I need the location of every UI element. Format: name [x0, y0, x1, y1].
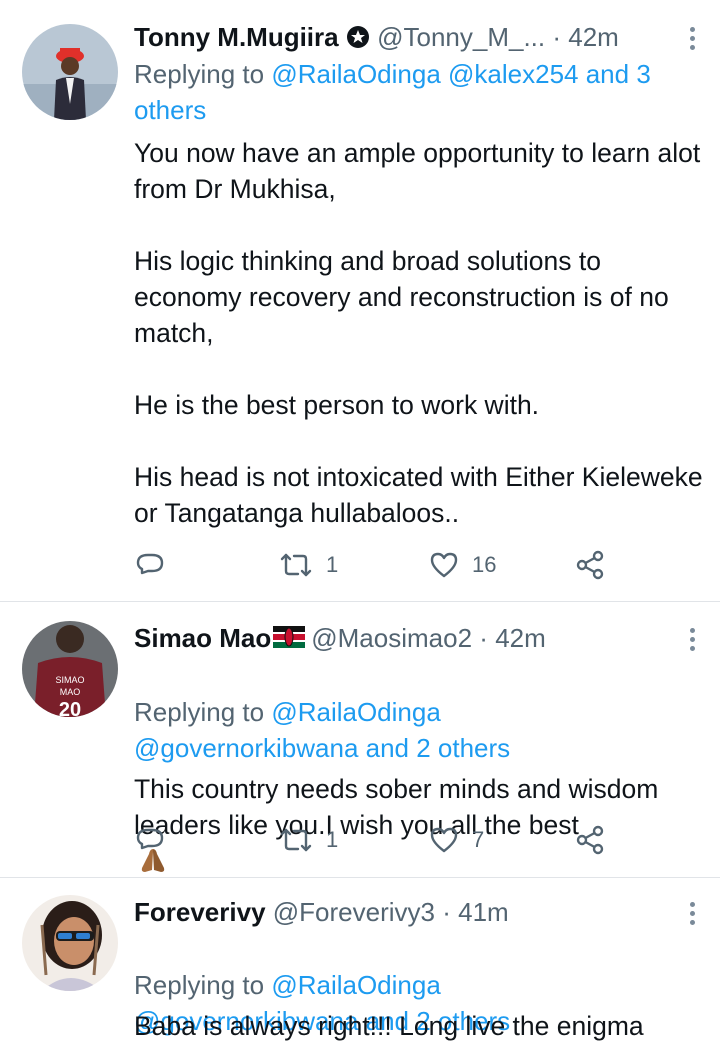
retweet-count: 1 [326, 827, 339, 852]
like-button[interactable]: 7 [428, 822, 484, 858]
tweet-simao[interactable]: SIMAO MAO 20 Simao Mao @Maosimao2 · 42m R… [0, 603, 720, 878]
tweet-header: Tonny M.Mugiira @Tonny_M_... · 42m [134, 20, 690, 54]
display-name[interactable]: Simao Mao [134, 623, 271, 653]
retweet-button[interactable]: 1 [278, 547, 338, 583]
jersey-text-2: MAO [60, 687, 81, 697]
handle[interactable]: @Tonny_M_... [377, 22, 545, 52]
tweet-text: Baba is always right!!! Long live the en… [134, 1011, 644, 1041]
display-name[interactable]: Tonny M.Mugiira [134, 22, 339, 52]
action-bar: 1 16 [134, 547, 614, 583]
more-vertical-icon[interactable] [688, 628, 698, 655]
share-button[interactable] [574, 547, 606, 583]
verified-badge-icon [346, 26, 369, 48]
replying-to-label: Replying to [134, 970, 265, 1000]
retweet-button[interactable]: 1 [278, 822, 338, 858]
like-icon [430, 552, 458, 578]
separator-dot: · [479, 623, 488, 653]
tweet-text: You now have an ample opportunity to lea… [134, 138, 703, 528]
retweet-icon [280, 553, 312, 577]
timestamp[interactable]: 42m [568, 22, 619, 52]
avatar[interactable]: SIMAO MAO 20 [22, 621, 118, 717]
replying-to: Replying to @RailaOdinga @kalex254 and 3… [134, 56, 700, 128]
tweet-header: Foreverivy @Foreverivy3 · 41m [134, 895, 690, 929]
share-button[interactable] [574, 822, 606, 858]
reply-button[interactable] [134, 822, 166, 858]
reply-icon [136, 828, 164, 850]
timestamp[interactable]: 41m [458, 897, 509, 927]
share-icon [576, 825, 604, 855]
avatar[interactable] [22, 24, 118, 120]
more-vertical-icon[interactable] [688, 902, 698, 929]
timestamp[interactable]: 42m [495, 623, 546, 653]
tweet-header: Simao Mao @Maosimao2 · 42m [134, 621, 690, 655]
retweet-icon [280, 828, 312, 852]
replying-to-label: Replying to [134, 697, 265, 727]
display-name[interactable]: Foreverivy [134, 897, 266, 927]
retweet-count: 1 [326, 552, 339, 577]
action-bar: 1 7 [134, 822, 614, 858]
tweet-foreverivy[interactable]: Foreverivy @Foreverivy3 · 41m Replying t… [0, 879, 720, 1062]
avatar[interactable] [22, 895, 118, 991]
handle[interactable]: @Maosimao2 [311, 623, 472, 653]
more-vertical-icon[interactable] [688, 27, 698, 54]
reply-icon [136, 553, 164, 575]
jersey-text-1: SIMAO [55, 675, 84, 685]
separator-dot: · [552, 22, 562, 52]
reply-button[interactable] [134, 547, 166, 583]
jersey-number: 20 [59, 699, 81, 717]
share-icon [576, 550, 604, 580]
like-count: 7 [472, 827, 485, 852]
handle[interactable]: @Foreverivy3 [273, 897, 435, 927]
replying-to-label: Replying to [134, 59, 265, 89]
separator-dot: · [442, 897, 451, 927]
like-button[interactable]: 16 [428, 547, 496, 583]
tweet-tonny[interactable]: Tonny M.Mugiira @Tonny_M_... · 42m Reply… [0, 0, 720, 602]
kenya-flag-emoji [273, 626, 306, 648]
like-count: 16 [472, 552, 497, 577]
like-icon [430, 827, 458, 853]
